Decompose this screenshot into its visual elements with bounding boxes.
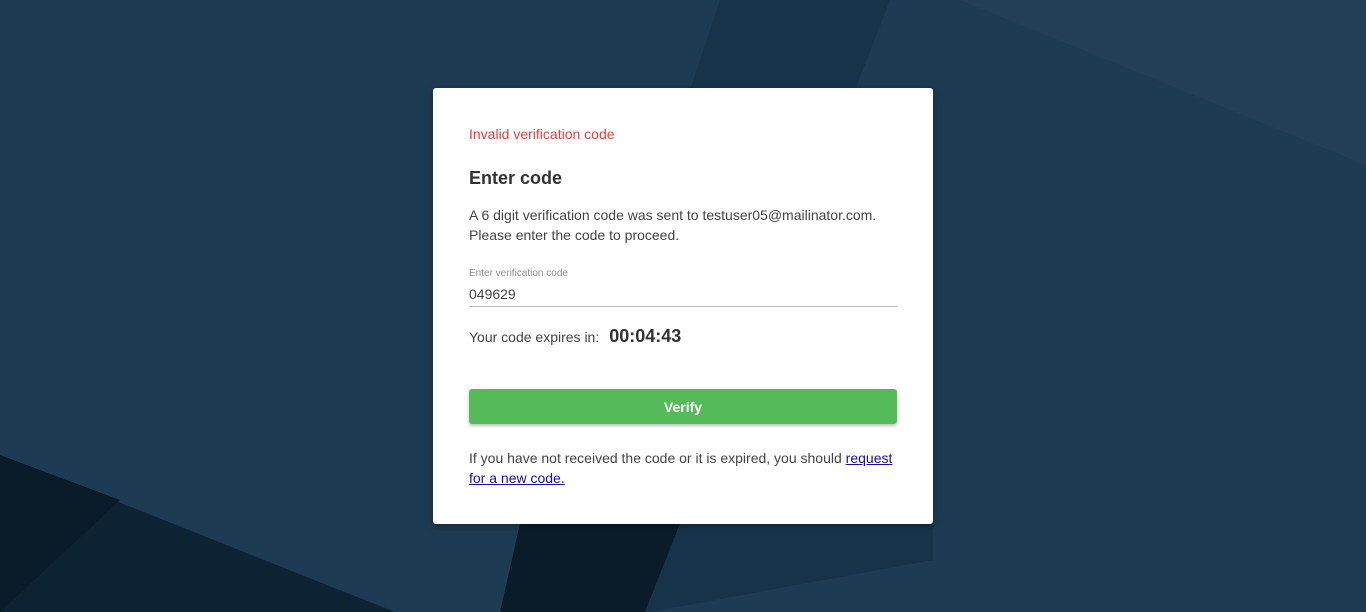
expiry-label: Your code expires in: xyxy=(469,329,600,345)
verify-button[interactable]: Verify xyxy=(469,389,897,424)
verification-card: Invalid verification code Enter code A 6… xyxy=(433,88,933,524)
instructions-line-1: A 6 digit verification code was sent to … xyxy=(469,207,877,223)
instructions-line-2: Please enter the code to proceed. xyxy=(469,227,680,243)
resend-instructions: If you have not received the code or it … xyxy=(469,448,897,488)
page-title: Enter code xyxy=(469,168,563,188)
code-expiry: Your code expires in: 00:04:43 xyxy=(469,326,681,347)
error-message: Invalid verification code xyxy=(469,126,615,142)
verification-code-field: Enter verification code xyxy=(469,267,897,307)
verification-code-label: Enter verification code xyxy=(469,268,568,279)
instructions-text: A 6 digit verification code was sent to … xyxy=(469,205,899,245)
verification-code-input[interactable] xyxy=(469,285,897,307)
expiry-timer: 00:04:43 xyxy=(609,326,682,346)
resend-text: If you have not received the code or it … xyxy=(469,450,846,466)
